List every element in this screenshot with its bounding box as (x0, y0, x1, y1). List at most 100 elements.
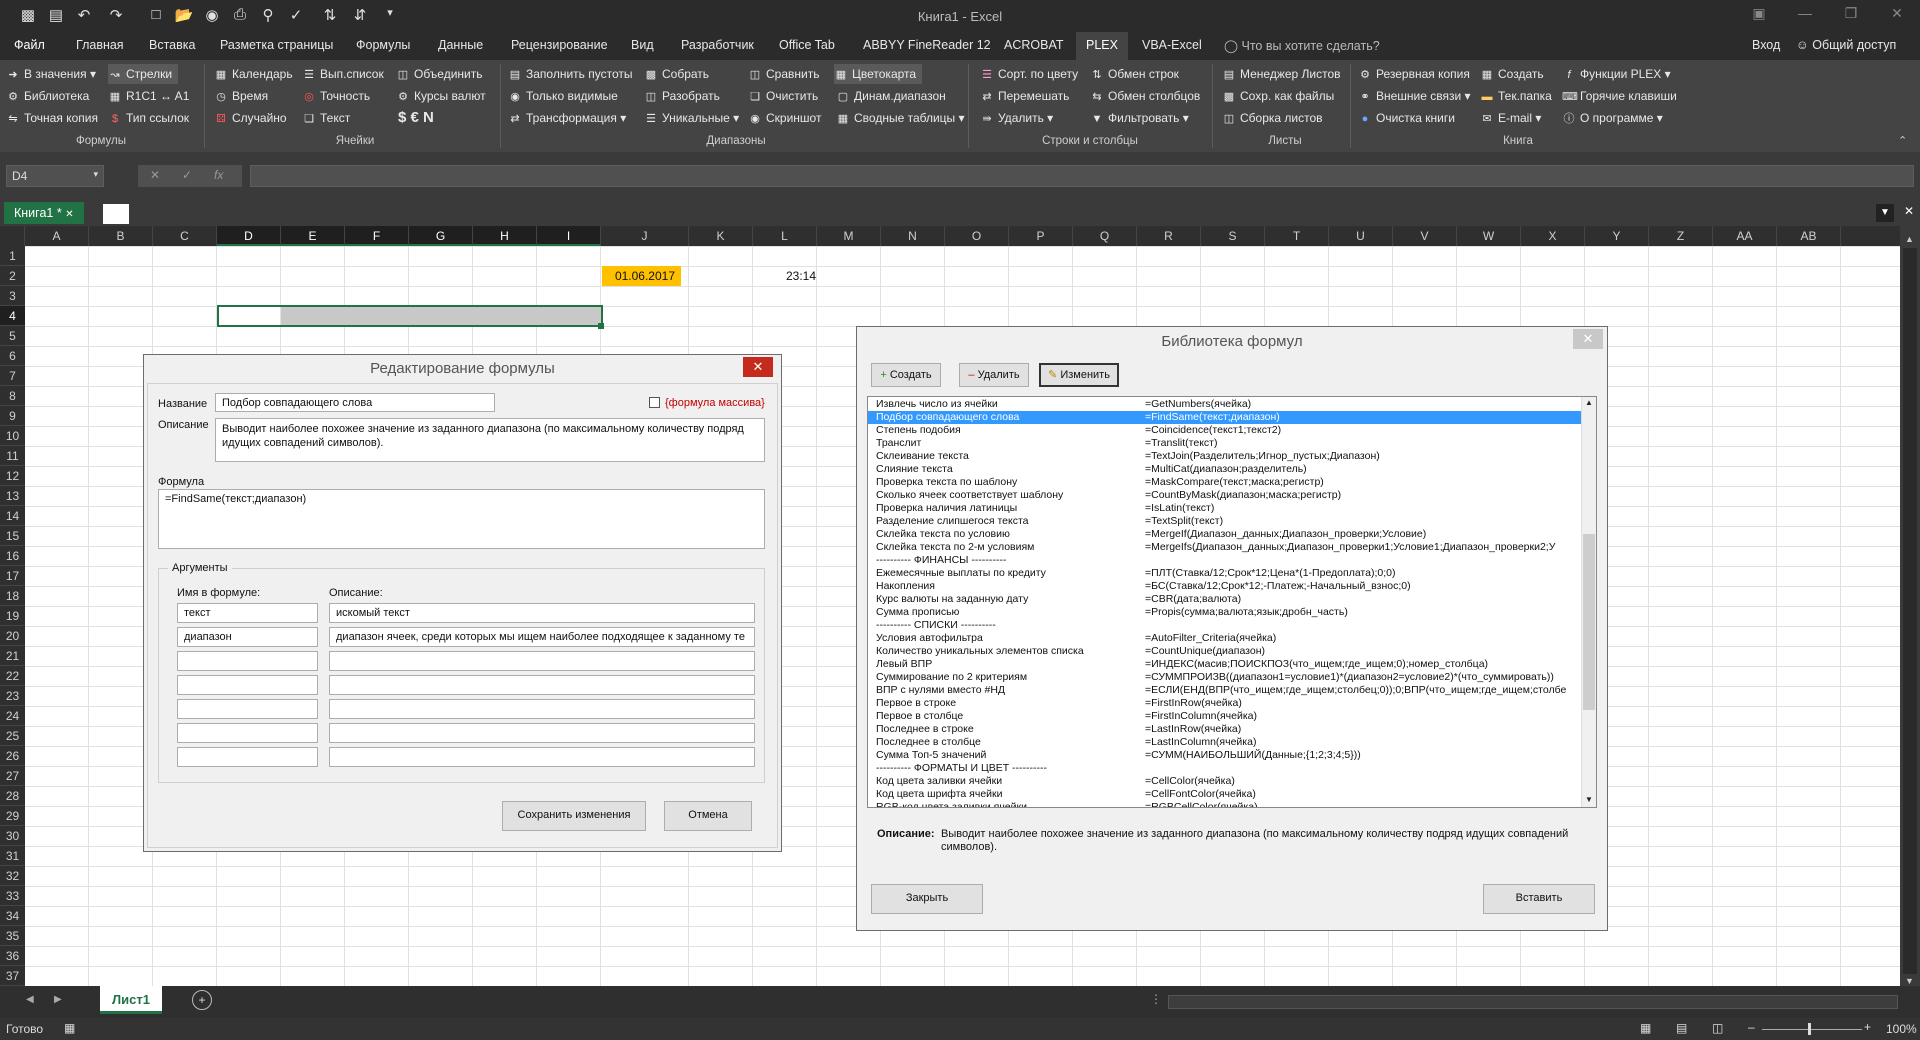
calendar-button[interactable]: ▦ Календарь (214, 64, 293, 84)
list-item[interactable]: Накопления =БС(Ставка/12;Срок*12;-Платеж;… (868, 580, 1581, 593)
cell-l2[interactable]: 23:14 (760, 266, 820, 286)
formula-list[interactable]: Извлечь число из ячейки =GetNumbers(ячейк… (867, 396, 1597, 808)
column-header[interactable]: H (473, 226, 537, 246)
edit-formula-button[interactable]: ✎ Изменить (1039, 363, 1119, 387)
clean-book-button[interactable]: ● Очистка книги (1358, 108, 1455, 128)
random-button[interactable]: ⚄ Случайно (214, 108, 286, 128)
tab-acrobat[interactable]: ACROBAT (1004, 38, 1064, 52)
save-icon[interactable]: ▩ (18, 6, 38, 24)
to-values-button[interactable]: ➜ В значения ▾ (6, 64, 96, 84)
list-item[interactable]: ---------- ФИНАНСЫ ---------- (868, 554, 1581, 567)
column-header[interactable]: C (153, 226, 217, 246)
unique-button[interactable]: ☰ Уникальные ▾ (644, 108, 739, 128)
transform-button[interactable]: ⇄ Трансформация ▾ (508, 108, 626, 128)
close-window-icon[interactable]: ✕ (1882, 5, 1912, 22)
row-header[interactable]: 17 (0, 566, 25, 586)
column-header[interactable]: K (689, 226, 753, 246)
fill-handle[interactable] (598, 323, 604, 329)
camera-icon[interactable]: ◉ (202, 6, 222, 24)
column-header[interactable]: A (25, 226, 89, 246)
row-header[interactable]: 3 (0, 286, 25, 306)
column-header[interactable]: Y (1585, 226, 1649, 246)
list-item[interactable]: Сумма Топ-5 значений =СУММ(НАИБОЛЬШИЙ(Дан… (868, 749, 1581, 762)
arg-name-input[interactable] (177, 747, 318, 767)
list-item[interactable]: Условия автофильтра =AutoFilter_Criteria(… (868, 632, 1581, 645)
time-button[interactable]: ◷ Время (214, 86, 268, 106)
list-item[interactable]: Последнее в строке =LastInRow(ячейка) (868, 723, 1581, 736)
row-header[interactable]: 5 (0, 326, 25, 346)
signin-link[interactable]: Вход (1752, 38, 1780, 52)
row-header[interactable]: 35 (0, 926, 25, 946)
arg-desc-input[interactable] (329, 675, 755, 695)
tab-insert[interactable]: Вставка (149, 38, 195, 52)
tab-file[interactable]: Файл (14, 38, 45, 52)
tab-developer[interactable]: Разработчик (681, 38, 754, 52)
undo-icon[interactable]: ↶ (74, 6, 94, 24)
add-sheet-icon[interactable]: + (192, 990, 212, 1010)
list-item[interactable]: Код цвета заливки ячейки =CellColor(ячейк… (868, 775, 1581, 788)
page-layout-view-icon[interactable]: ▤ (1676, 1021, 1687, 1035)
tab-vba-excel[interactable]: VBA-Excel (1142, 38, 1202, 52)
column-header[interactable]: I (537, 226, 601, 246)
scroll-down-icon[interactable]: ▼ (1585, 795, 1593, 804)
list-item[interactable]: Подбор совпадающего слова =FindSame(текст… (868, 411, 1581, 424)
delete-rows-button[interactable]: ⇛ Удалить ▾ (980, 108, 1053, 128)
list-item[interactable]: Склейка текста по условию =MergeIf(Диапаз… (868, 528, 1581, 541)
row-header[interactable]: 18 (0, 586, 25, 606)
list-item[interactable]: Сумма прописью =Propis(сумма;валюта;язык;… (868, 606, 1581, 619)
column-header[interactable]: V (1393, 226, 1457, 246)
row-header[interactable]: 16 (0, 546, 25, 566)
list-item[interactable]: Слияние текста =MultiCat(диапазон;раздели… (868, 463, 1581, 476)
compare-button[interactable]: ◫ Сравнить (748, 64, 820, 84)
row-header[interactable]: 26 (0, 746, 25, 766)
list-item[interactable]: Степень подобия =Coincidence(текст1;текст… (868, 424, 1581, 437)
row-header[interactable]: 25 (0, 726, 25, 746)
list-item[interactable]: Разделение слипшегося текста =TextSplit(т… (868, 515, 1581, 528)
screenshot-button[interactable]: ◉ Скриншот (748, 108, 821, 128)
ribbon-options-icon[interactable]: ▣ (1744, 5, 1774, 22)
arg-name-input[interactable]: диапазон (177, 627, 318, 647)
current-folder-button[interactable]: ▬ Тек.папка (1480, 86, 1552, 106)
column-header[interactable]: L (753, 226, 817, 246)
arg-desc-input[interactable] (329, 723, 755, 743)
list-scrollbar[interactable]: ▲ ▼ (1581, 397, 1596, 807)
row-header[interactable]: 9 (0, 406, 25, 426)
description-input[interactable]: Выводит наиболее похожее значение из зад… (215, 418, 765, 462)
row-header[interactable]: 20 (0, 626, 25, 646)
arg-desc-input[interactable]: диапазон ячеек, среди которых мы ищем на… (329, 627, 755, 647)
row-header[interactable]: 33 (0, 886, 25, 906)
list-item[interactable]: Извлечь число из ячейки =GetNumbers(ячейк… (868, 398, 1581, 411)
sheet-tab[interactable]: Лист1 (100, 986, 162, 1014)
filter-button[interactable]: ▼ Фильтровать ▾ (1090, 108, 1189, 128)
horizontal-scrollbar[interactable] (1168, 995, 1898, 1009)
row-header[interactable]: 32 (0, 866, 25, 886)
tab-formulas[interactable]: Формулы (356, 38, 410, 52)
row-header[interactable]: 1 (0, 246, 25, 266)
row-header[interactable]: 24 (0, 706, 25, 726)
row-header[interactable]: 2 (0, 266, 25, 286)
collect-sheets-button[interactable]: ◫ Сборка листов (1222, 108, 1323, 128)
column-header[interactable]: S (1201, 226, 1265, 246)
save-as-icon[interactable]: ▤ (46, 6, 66, 24)
list-item[interactable]: ---------- СПИСКИ ---------- (868, 619, 1581, 632)
split-handle-icon[interactable]: ⋮ (1150, 992, 1162, 1006)
tab-page-layout[interactable]: Разметка страницы (220, 38, 333, 52)
row-header[interactable]: 13 (0, 486, 25, 506)
zoom-slider-thumb[interactable] (1808, 1023, 1811, 1035)
zoom-level[interactable]: 100% (1886, 1022, 1917, 1036)
row-header[interactable]: 30 (0, 826, 25, 846)
open-icon[interactable]: 📂 (174, 6, 194, 24)
new-workbook-tab[interactable] (103, 204, 129, 224)
list-item[interactable]: Сколько ячеек соответствует шаблону =Coun… (868, 489, 1581, 502)
page-break-view-icon[interactable]: ◫ (1712, 1021, 1723, 1035)
shuffle-button[interactable]: ⇄ Перемешать (980, 86, 1069, 106)
list-item[interactable]: Код цвета шрифта ячейки =CellFontColor(яч… (868, 788, 1581, 801)
arg-name-input[interactable] (177, 699, 318, 719)
row-header[interactable]: 22 (0, 666, 25, 686)
check-icon[interactable]: ✓ (182, 168, 192, 182)
arg-name-input[interactable] (177, 675, 318, 695)
arg-desc-input[interactable] (329, 699, 755, 719)
customize-icon[interactable]: ▾ (380, 6, 400, 19)
close-tab-icon[interactable]: ✕ (65, 209, 73, 220)
currency-rates-button[interactable]: ⚙ Курсы валют (396, 86, 486, 106)
